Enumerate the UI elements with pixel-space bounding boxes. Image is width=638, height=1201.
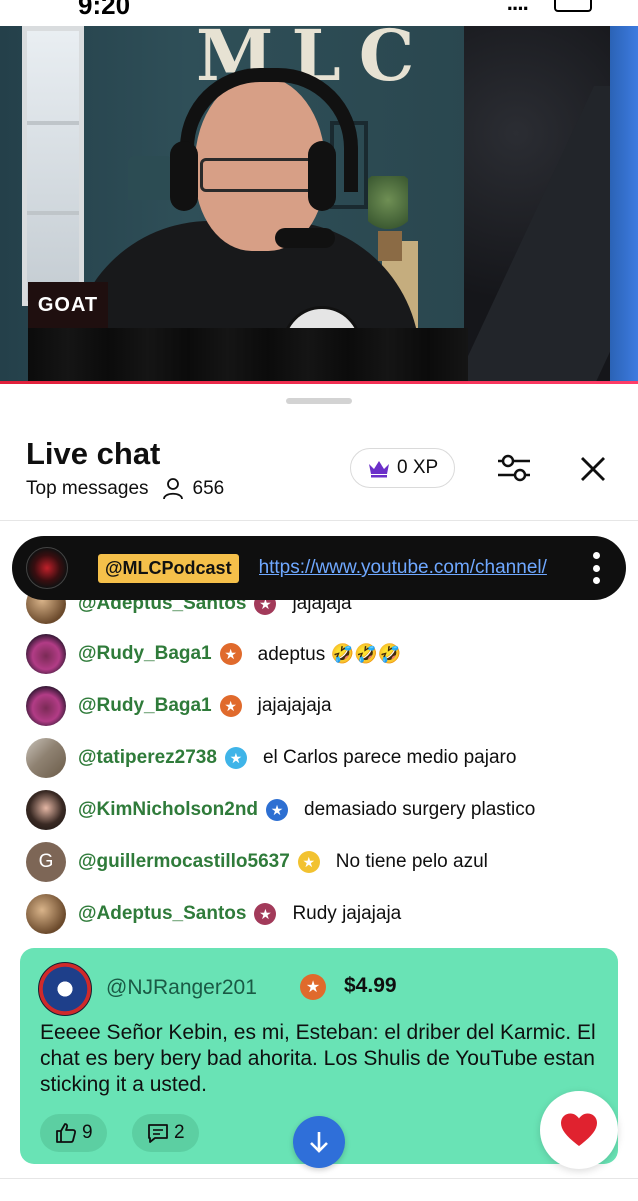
goat-label: GOAT [28, 282, 108, 328]
sliders-icon [498, 454, 530, 482]
super-chat-text: Eeeee Señor Kebin, es mi, Esteban: el dr… [40, 1021, 596, 1096]
message-text: jajajajaja [257, 695, 332, 716]
reply-count: 2 [174, 1122, 185, 1143]
chat-message[interactable]: G @guillermocastillo5637 ★ No tiene pelo… [26, 842, 488, 882]
author-name[interactable]: @Rudy_Baga1 [78, 643, 212, 665]
viewer-count-value: 656 [192, 478, 225, 499]
bottom-edge [0, 1178, 638, 1201]
message-text: adeptus 🤣🤣🤣 [257, 644, 402, 665]
chat-subtitle: Top messages 656 [26, 478, 224, 500]
xp-button[interactable]: 0 XP [350, 448, 456, 488]
pinned-author-avatar[interactable] [26, 547, 68, 589]
video-blue-edge [610, 26, 638, 384]
message-text: No tiene pelo azul [335, 851, 488, 872]
live-video-player[interactable]: MLC GOAT [0, 26, 638, 384]
author-avatar[interactable] [26, 894, 66, 934]
author-name[interactable]: @guillermocastillo5637 [78, 851, 290, 873]
viewer-count: 656 [162, 478, 225, 500]
status-time: 9:20 [78, 0, 131, 20]
message-text: el Carlos parece medio pajaro [262, 747, 517, 768]
author-avatar[interactable] [26, 634, 66, 674]
chat-message[interactable]: @Adeptus_Santos ★ Rudy jajajaja [26, 894, 401, 934]
chat-filter-button[interactable] [494, 450, 534, 486]
crown-icon [369, 461, 389, 478]
message-text: demasiado surgery plastico [304, 799, 536, 820]
headset-mic [275, 228, 335, 248]
signal-icon: ···· [506, 0, 530, 21]
video-window [22, 26, 84, 306]
drag-handle[interactable] [286, 398, 352, 404]
battery-icon [554, 0, 592, 12]
super-chat-author[interactable]: @NJRanger201 [106, 976, 257, 1000]
headset-right-ear [308, 141, 336, 211]
person-icon [162, 478, 183, 500]
author-avatar[interactable] [26, 790, 66, 830]
member-badge-icon: ★ [224, 747, 247, 769]
member-badge-icon: ★ [297, 851, 320, 873]
author-avatar[interactable] [26, 686, 66, 726]
reply-button[interactable]: 2 [132, 1114, 199, 1152]
more-vert-icon[interactable] [592, 552, 600, 584]
member-badge-icon: ★ [254, 903, 277, 925]
lower-third-bar [28, 328, 468, 384]
pinned-link[interactable]: https://www.youtube.com/channel/ [259, 557, 573, 579]
video-lamp [128, 156, 172, 200]
close-icon [581, 457, 605, 481]
chat-message[interactable]: @tatiperez2738 ★ el Carlos parece medio … [26, 738, 516, 778]
pinned-author-badge[interactable]: @MLCPodcast [98, 553, 239, 583]
author-name[interactable]: @Adeptus_Santos [78, 903, 246, 925]
author-avatar[interactable] [26, 738, 66, 778]
chat-message[interactable]: @Rudy_Baga1 ★ jajajajaja [26, 686, 332, 726]
headset-left-ear [170, 141, 198, 211]
chat-message[interactable]: @KimNicholson2nd ★ demasiado surgery pla… [26, 790, 535, 830]
author-avatar[interactable]: G [26, 842, 66, 882]
super-chat-amount: $4.99 [344, 974, 397, 997]
scroll-to-bottom-button[interactable] [293, 1116, 345, 1168]
member-badge-icon: ★ [219, 695, 242, 717]
heart-icon [561, 1113, 597, 1146]
reaction-heart-button[interactable] [540, 1091, 618, 1169]
message-text: Rudy jajajaja [292, 903, 402, 924]
super-chat-avatar[interactable] [38, 962, 92, 1016]
author-name[interactable]: @tatiperez2738 [78, 747, 217, 769]
like-button[interactable]: 9 [40, 1114, 107, 1152]
arrow-down-icon [310, 1132, 328, 1153]
member-badge-icon: ★ [219, 643, 242, 665]
member-badge-icon: ★ [300, 974, 326, 1000]
header-divider [0, 520, 638, 521]
like-count: 9 [82, 1122, 93, 1143]
top-messages-dropdown[interactable]: Top messages [26, 478, 149, 500]
live-chat-sheet: Live chat Top messages 656 0 XP @Adeptus… [0, 384, 638, 1200]
chat-message-list[interactable]: @Adeptus_Santos ★ jajajaja @Rudy_Baga1 ★… [0, 584, 638, 940]
xp-label: 0 XP [397, 457, 439, 478]
pinned-message-banner[interactable]: @MLCPodcast https://www.youtube.com/chan… [12, 536, 626, 600]
status-bar: 9:20 ···· [0, 0, 638, 26]
chat-message[interactable]: @Rudy_Baga1 ★ adeptus 🤣🤣🤣 [26, 634, 402, 674]
live-chat-title: Live chat [26, 436, 161, 471]
author-name[interactable]: @Rudy_Baga1 [78, 695, 212, 717]
author-name[interactable]: @KimNicholson2nd [78, 799, 258, 821]
thumbs-up-icon [56, 1123, 77, 1143]
video-plant [368, 176, 408, 236]
close-chat-button[interactable] [576, 452, 610, 486]
comment-icon [148, 1124, 168, 1143]
member-badge-icon: ★ [266, 799, 289, 821]
